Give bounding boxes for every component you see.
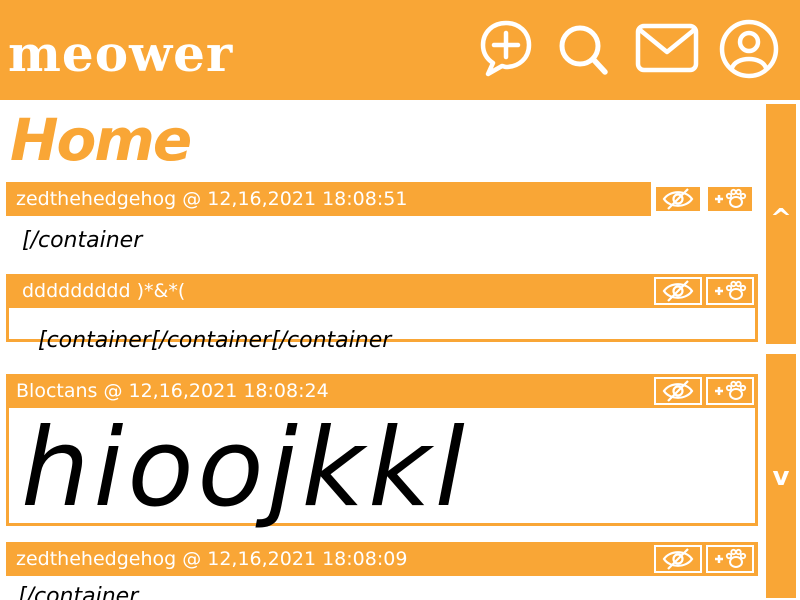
post-header: ddddddddd )*&*( xyxy=(6,274,758,308)
eye-slash-icon xyxy=(662,548,694,570)
post-header: zedthehedgehog @ 12,16,2021 18:08:09 xyxy=(6,542,758,576)
mail-icon[interactable] xyxy=(634,18,700,78)
post-meta: ddddddddd )*&*( xyxy=(22,280,186,302)
post-body: [/container xyxy=(6,576,758,600)
add-paw-icon xyxy=(715,548,747,568)
post-header: zedthehedgehog @ 12,16,2021 18:08:51 xyxy=(6,182,651,216)
search-icon[interactable] xyxy=(556,18,612,78)
hide-post-button[interactable] xyxy=(654,277,702,305)
post-body: [/container xyxy=(6,216,758,266)
scroll-up-button[interactable]: ^ xyxy=(764,102,798,346)
add-paw-button[interactable] xyxy=(706,545,754,573)
eye-slash-icon xyxy=(662,380,694,402)
add-paw-button[interactable] xyxy=(706,185,754,213)
add-paw-icon xyxy=(715,280,747,300)
top-bar: meower xyxy=(0,0,800,100)
hide-post-button[interactable] xyxy=(654,185,702,213)
hide-post-button[interactable] xyxy=(654,377,702,405)
app-logo[interactable]: meower xyxy=(8,24,233,84)
scroll-down-label: v xyxy=(772,462,790,492)
eye-slash-icon xyxy=(662,280,694,302)
post-text: hioojkkl xyxy=(21,406,469,531)
post-text: [/container xyxy=(18,584,139,600)
add-paw-icon xyxy=(715,188,747,208)
post-body: hioojkkl xyxy=(6,408,758,526)
add-paw-button[interactable] xyxy=(706,377,754,405)
post-meta: zedthehedgehog @ 12,16,2021 18:08:51 xyxy=(16,188,408,210)
post-text: [container[/container[/container xyxy=(38,328,392,353)
post-header: Bloctans @ 12,16,2021 18:08:24 xyxy=(6,374,758,408)
post-text: [/container xyxy=(22,228,143,253)
post-meta: Bloctans @ 12,16,2021 18:08:24 xyxy=(16,380,329,402)
scroll-down-button[interactable]: v xyxy=(764,352,798,600)
new-post-icon[interactable] xyxy=(478,18,534,78)
post-meta: zedthehedgehog @ 12,16,2021 18:08:09 xyxy=(16,548,408,570)
add-paw-button[interactable] xyxy=(706,277,754,305)
scroll-up-label: ^ xyxy=(770,204,792,234)
hide-post-button[interactable] xyxy=(654,545,702,573)
page-title: Home xyxy=(10,106,192,174)
profile-icon[interactable] xyxy=(718,18,780,82)
eye-slash-icon xyxy=(662,188,694,210)
add-paw-icon xyxy=(715,380,747,400)
